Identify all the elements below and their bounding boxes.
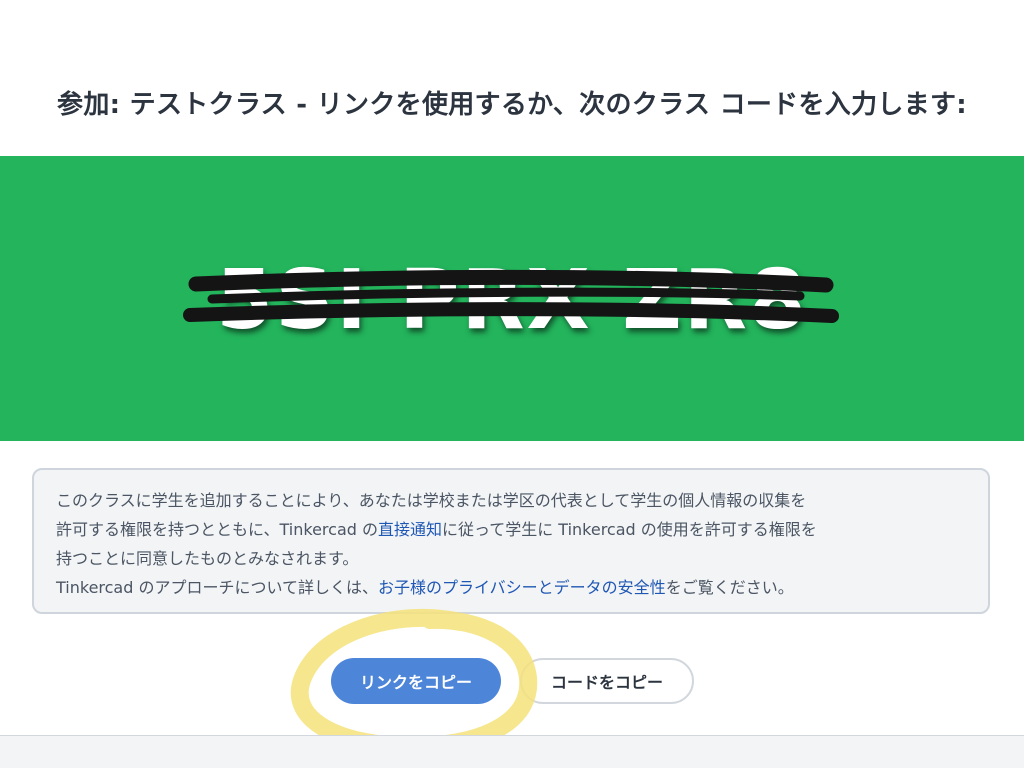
class-code: 5SI PRX ZR8 (216, 253, 808, 348)
child-privacy-link[interactable]: お子様のプライバシーとデータの安全性 (378, 578, 666, 597)
consent-notice: このクラスに学生を追加することにより、あなたは学校または学区の代表として学生の個… (32, 468, 990, 614)
notice-text: に従って学生に Tinkercad の使用を許可する権限を (442, 520, 817, 539)
notice-text: 許可する権限を持つとともに、Tinkercad の (56, 520, 378, 539)
page-title: 参加: テストクラス - リンクを使用するか、次のクラス コードを入力します: (57, 90, 967, 120)
copy-link-button[interactable]: リンクをコピー (331, 658, 501, 704)
notice-line-3: 持つことに同意したものとみなされます。 (56, 549, 359, 568)
notice-line-1: このクラスに学生を追加することにより、あなたは学校または学区の代表として学生の個… (56, 491, 807, 510)
direct-notice-link[interactable]: 直接通知 (378, 520, 442, 539)
class-code-banner: 5SI PRX ZR8 (0, 156, 1024, 441)
footer-area (0, 735, 1024, 768)
join-class-page: 参加: テストクラス - リンクを使用するか、次のクラス コードを入力します: … (0, 0, 1024, 768)
notice-text: Tinkercad のアプローチについて詳しくは、 (56, 578, 378, 597)
action-buttons: リンクをコピー コードをコピー (0, 658, 1024, 706)
copy-code-button[interactable]: コードをコピー (520, 658, 694, 704)
notice-line-2: 許可する権限を持つとともに、Tinkercad の直接通知に従って学生に Tin… (56, 515, 966, 544)
notice-line-4: Tinkercad のアプローチについて詳しくは、お子様のプライバシーとデータの… (56, 573, 966, 602)
notice-text: をご覧ください。 (665, 578, 794, 597)
